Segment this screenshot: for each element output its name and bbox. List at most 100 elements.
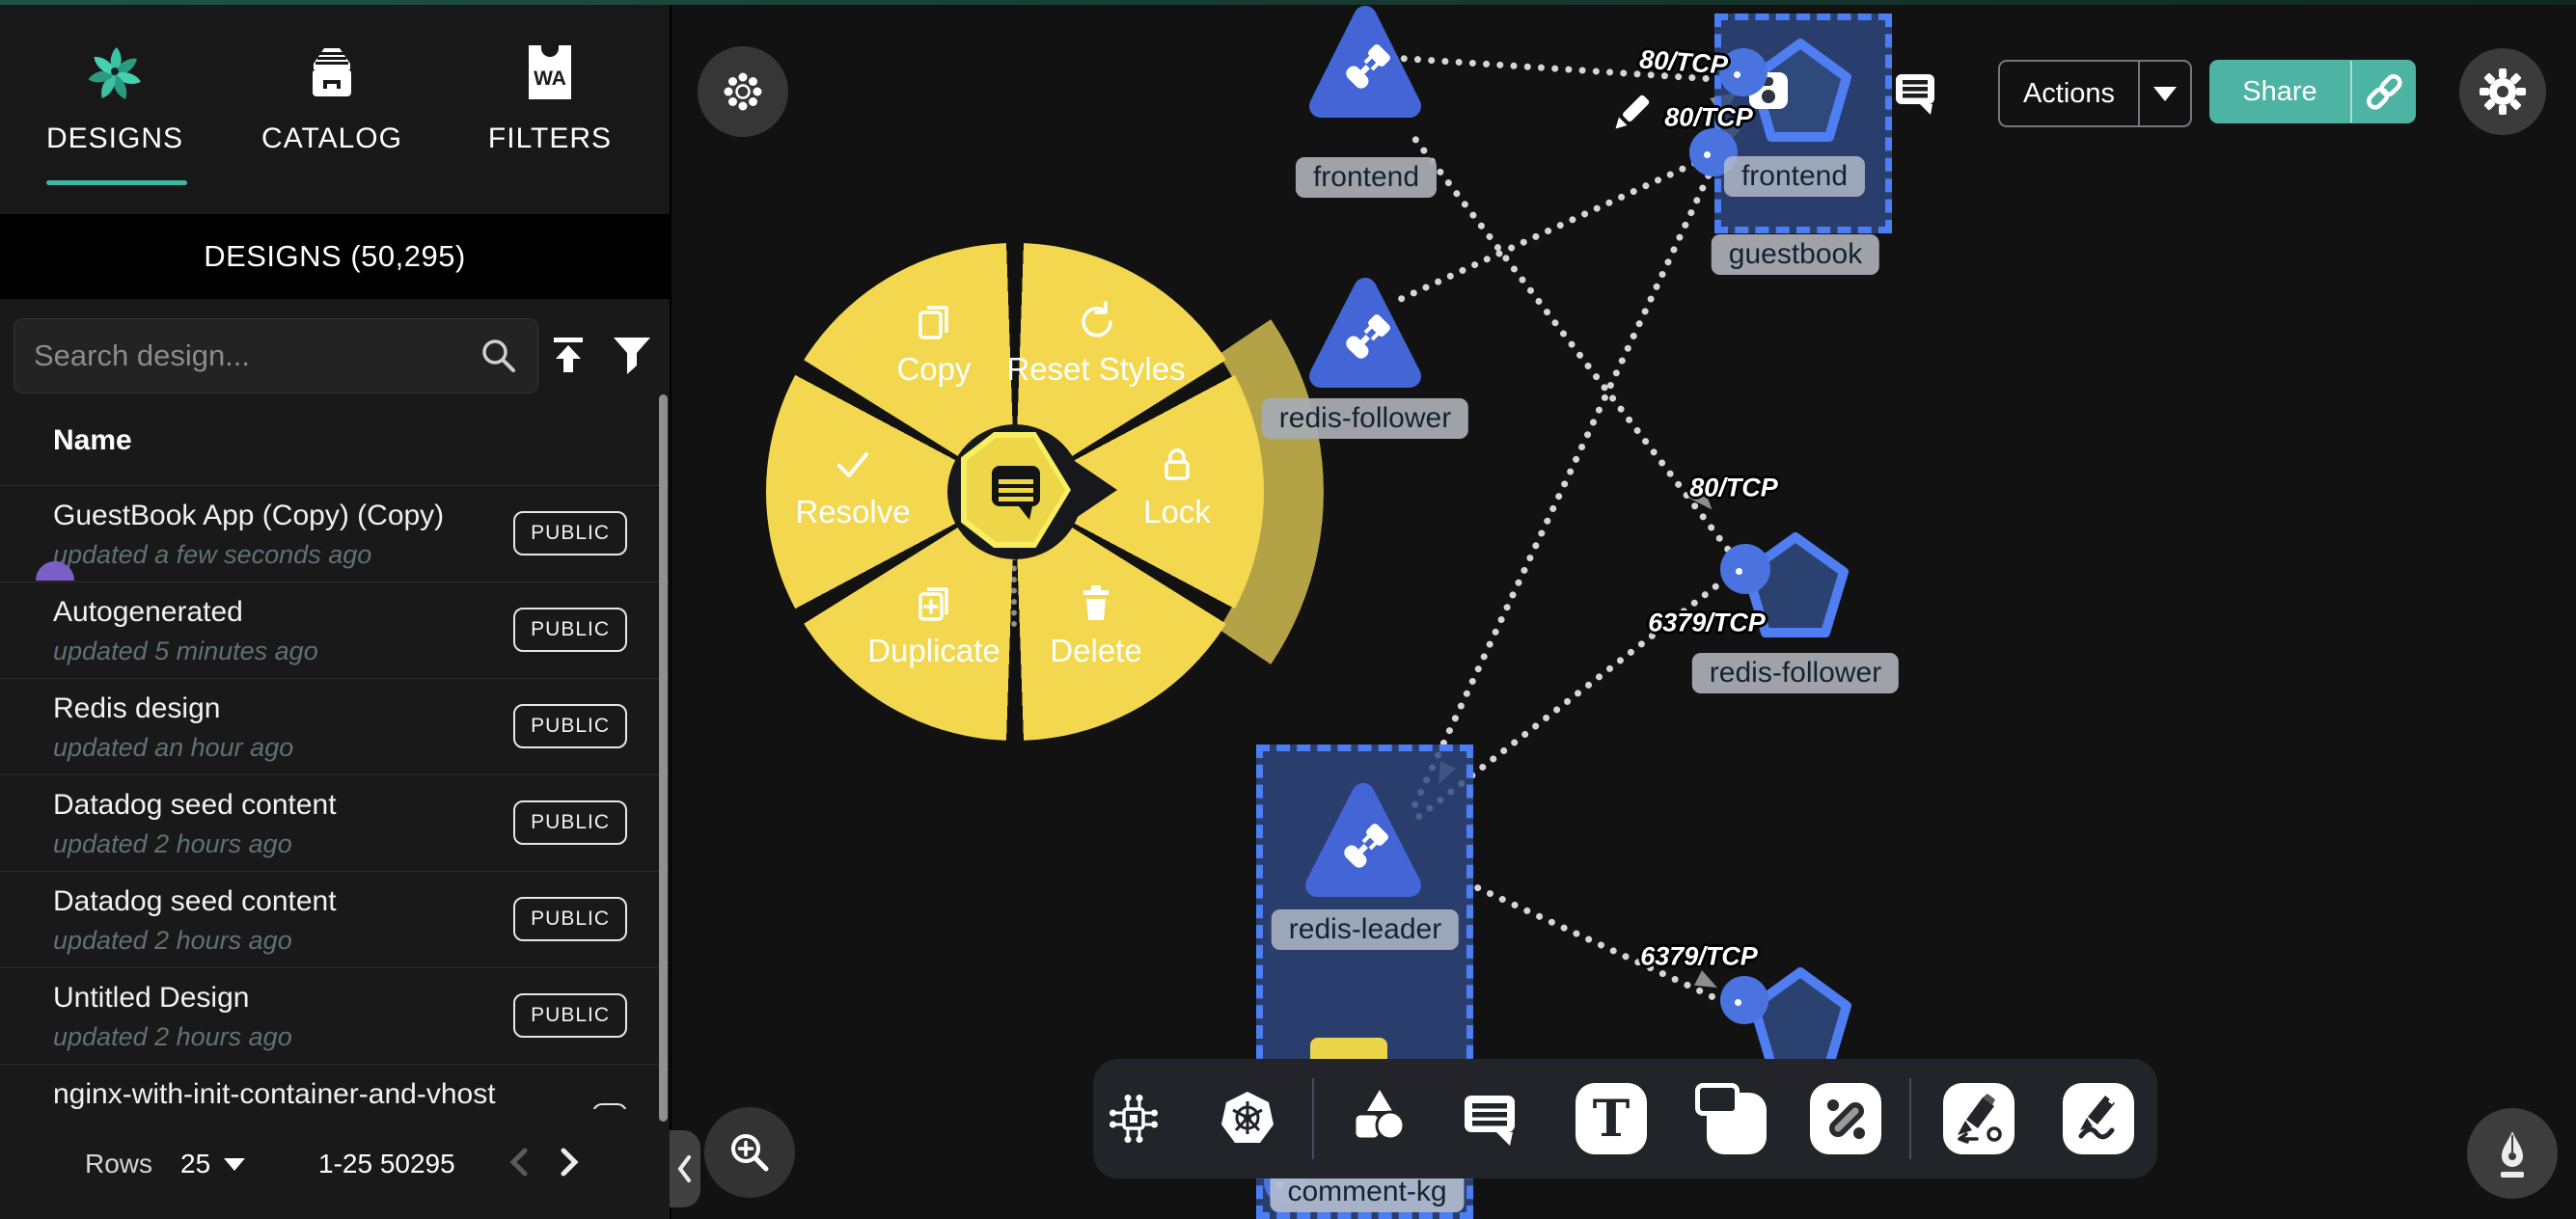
radial-item-delete[interactable]: Delete bbox=[980, 581, 1212, 669]
pen-tool-button[interactable] bbox=[2467, 1108, 2558, 1199]
design-row[interactable]: Datadog seed content updated 2 hours ago… bbox=[0, 774, 670, 871]
actions-button[interactable]: Actions bbox=[1998, 60, 2192, 127]
actions-dropdown-toggle[interactable] bbox=[2140, 87, 2190, 101]
design-updated: updated a few seconds ago bbox=[53, 540, 371, 570]
prev-page-button[interactable] bbox=[504, 1143, 536, 1186]
sidebar-collapse-handle[interactable] bbox=[670, 1130, 700, 1207]
cluster-snowflake-button[interactable] bbox=[698, 46, 788, 137]
next-page-button[interactable] bbox=[552, 1143, 585, 1186]
zoom-in-icon bbox=[726, 1128, 774, 1177]
port-protocol-label: 80/TCP bbox=[1638, 44, 1728, 80]
list-scrollbar[interactable] bbox=[659, 394, 668, 1122]
edge-pen-tool[interactable] bbox=[1942, 1082, 2015, 1155]
port-protocol-label: 6379/TCP bbox=[1648, 609, 1766, 638]
tab-designs[interactable]: DESIGNS bbox=[28, 34, 202, 155]
radial-item-lock[interactable]: Lock bbox=[1061, 442, 1293, 530]
cluster-icon bbox=[722, 70, 764, 113]
design-row[interactable]: Untitled Design updated 2 hours ago PUBL… bbox=[0, 967, 670, 1064]
comment-tool-icon bbox=[1460, 1090, 1520, 1148]
design-name: Datadog seed content bbox=[53, 885, 337, 918]
tab-catalog[interactable]: CATALOG bbox=[245, 34, 419, 155]
link-icon bbox=[2363, 71, 2405, 112]
svg-text:T: T bbox=[1593, 1090, 1631, 1149]
node-label: redis-follower bbox=[1692, 653, 1899, 693]
design-row[interactable]: GuestBook App (Copy) (Copy) updated a fe… bbox=[0, 485, 670, 582]
edge-redis-leader-guestbook bbox=[1411, 171, 1713, 809]
redis-leader-triangle[interactable] bbox=[1305, 779, 1421, 901]
shapes-icon bbox=[1345, 1088, 1409, 1150]
chevron-left-icon bbox=[675, 1153, 695, 1184]
copy-link-button[interactable] bbox=[2352, 71, 2416, 112]
circuit-component-icon bbox=[1104, 1089, 1164, 1149]
search-input[interactable] bbox=[14, 339, 478, 373]
sidebar-tabs: DESIGNS CATALOG bbox=[0, 5, 670, 207]
port-protocol-label: 80/TCP bbox=[1664, 103, 1753, 133]
port-redis-follower[interactable] bbox=[1720, 544, 1770, 594]
visibility-badge: PUBLIC bbox=[513, 993, 627, 1038]
freehand-pen-icon bbox=[2063, 1083, 2134, 1154]
redis-leader-pentagon[interactable] bbox=[1749, 964, 1851, 1072]
shapes-tool[interactable] bbox=[1340, 1082, 1413, 1155]
text-tool[interactable]: T bbox=[1575, 1082, 1648, 1155]
visibility-badge: PUBLIC bbox=[513, 800, 627, 845]
meshery-logo-icon bbox=[84, 34, 146, 111]
radial-item-label: Lock bbox=[1143, 494, 1211, 530]
reset-styles-icon bbox=[1073, 299, 1119, 345]
radial-item-resolve[interactable]: Resolve bbox=[737, 442, 969, 530]
chevron-down-icon bbox=[2153, 87, 2177, 101]
link-tool[interactable] bbox=[1809, 1082, 1882, 1155]
note-tool[interactable] bbox=[1694, 1082, 1768, 1155]
duplicate-icon bbox=[911, 581, 957, 627]
design-updated: updated 5 minutes ago bbox=[53, 637, 318, 666]
rows-per-page-label: Rows bbox=[85, 1149, 152, 1179]
tab-designs-label: DESIGNS bbox=[46, 122, 183, 155]
visibility-badge: PUBLIC bbox=[513, 608, 627, 652]
kubernetes-tool[interactable] bbox=[1211, 1082, 1284, 1155]
design-search-box[interactable] bbox=[14, 318, 538, 393]
design-updated: updated an hour ago bbox=[53, 733, 293, 763]
catalog-archive-icon bbox=[300, 34, 364, 111]
frontend-service-triangle[interactable] bbox=[1309, 2, 1421, 122]
edit-pencil-icon[interactable] bbox=[1605, 89, 1656, 144]
node-label: guestbook bbox=[1712, 234, 1879, 275]
wasm-filter-icon: WA bbox=[523, 34, 577, 111]
node-label: frontend bbox=[1296, 157, 1437, 198]
tab-filters[interactable]: WA FILTERS bbox=[463, 34, 637, 155]
designs-sidebar: DESIGNS CATALOG bbox=[0, 0, 671, 1219]
visibility-badge: PUBLIC bbox=[513, 704, 627, 748]
radial-item-label: Delete bbox=[1050, 633, 1141, 669]
upload-design-icon[interactable] bbox=[546, 334, 590, 387]
zoom-in-button[interactable] bbox=[704, 1107, 795, 1198]
filter-funnel-icon[interactable] bbox=[610, 334, 654, 383]
rows-per-page-select[interactable]: 25 bbox=[180, 1149, 245, 1179]
design-updated: updated 2 hours ago bbox=[53, 829, 292, 859]
toolbar-divider bbox=[1312, 1078, 1314, 1159]
link-tool-icon bbox=[1810, 1083, 1881, 1154]
port-redis-leader[interactable] bbox=[1720, 976, 1768, 1024]
actions-button-label: Actions bbox=[2000, 78, 2138, 110]
designs-count-header: DESIGNS (50,295) bbox=[0, 214, 670, 299]
pagination-bar: Rows 25 1-25 50295 bbox=[0, 1109, 670, 1219]
page-range-label: 1-25 50295 bbox=[318, 1149, 455, 1179]
components-tool[interactable] bbox=[1097, 1082, 1170, 1155]
kubernetes-icon bbox=[1217, 1089, 1278, 1149]
redis-follower-service-triangle[interactable] bbox=[1309, 275, 1421, 391]
tab-filters-label: FILTERS bbox=[488, 122, 612, 155]
share-button-label: Share bbox=[2209, 76, 2350, 108]
edge-pen-icon bbox=[1943, 1083, 2014, 1154]
design-row[interactable]: Redis design updated an hour ago PUBLIC bbox=[0, 678, 670, 774]
port-protocol-label: 80/TCP bbox=[1689, 474, 1778, 503]
text-tool-icon: T bbox=[1576, 1083, 1647, 1154]
share-button[interactable]: Share bbox=[2209, 60, 2416, 123]
freehand-pen-tool[interactable] bbox=[2062, 1082, 2135, 1155]
radial-item-reset-styles[interactable]: Reset Styles bbox=[980, 299, 1212, 388]
comment-tool[interactable] bbox=[1453, 1082, 1526, 1155]
comment-icon[interactable] bbox=[1894, 70, 1936, 120]
design-name: nginx-with-init-container-and-vhost bbox=[53, 1078, 496, 1111]
design-canvas-app: DESIGNS CATALOG bbox=[0, 0, 2576, 1219]
design-row[interactable]: Datadog seed content updated 2 hours ago… bbox=[0, 871, 670, 967]
settings-button[interactable] bbox=[2459, 48, 2546, 135]
design-name: Redis design bbox=[53, 692, 220, 725]
design-row[interactable]: Autogenerated updated 5 minutes ago PUBL… bbox=[0, 582, 670, 678]
visibility-badge: PUBLIC bbox=[513, 511, 627, 555]
